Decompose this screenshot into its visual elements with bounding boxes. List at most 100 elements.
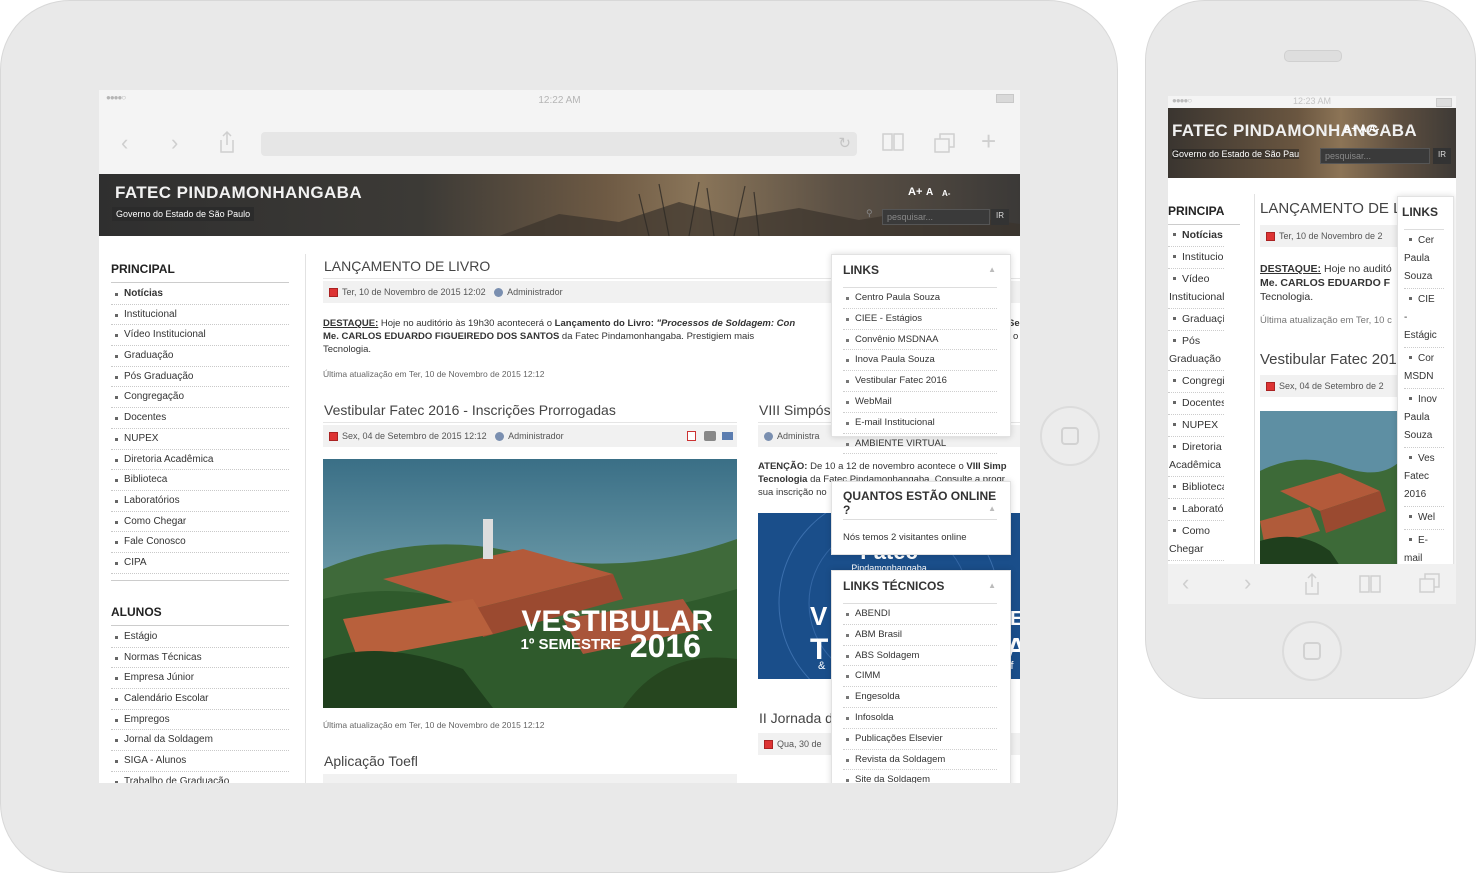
font-increase-button[interactable]: A+ <box>908 186 922 198</box>
link-item[interactable]: CIE - Estágic <box>1404 289 1444 348</box>
sidebar-item-empregos[interactable]: Empregos <box>111 710 289 731</box>
sidebar-item-fale-conosco[interactable]: Fale Conosco <box>111 532 289 553</box>
search-go-button[interactable]: IR <box>1433 148 1451 164</box>
link-item-webmail[interactable]: WebMail <box>843 392 997 413</box>
sidebar-item[interactable]: Vídeo Institucional <box>1168 269 1224 309</box>
link-item-inova-paula-souza[interactable]: Inova Paula Souza <box>843 350 997 372</box>
sidebar-item[interactable]: Pós Graduação <box>1168 331 1224 371</box>
article-title-jornada[interactable]: II Jornada d <box>759 710 833 726</box>
sidebar-item-estagio[interactable]: Estágio <box>111 627 289 648</box>
sidebar-item-pos-graduacao[interactable]: Pós Graduação <box>111 367 289 388</box>
search-input[interactable]: pesquisar... <box>882 209 990 225</box>
article-meta: Ter, 10 de Novembro de 2 <box>1260 225 1400 247</box>
article-title-lancamento[interactable]: LANÇAMENTO DE LIVRO <box>324 258 490 274</box>
address-bar[interactable]: ↻ <box>261 132 857 156</box>
link-item-centro-paula-souza[interactable]: Centro Paula Souza <box>843 288 997 309</box>
tech-link-item-revista-da-soldagem[interactable]: Revista da Soldagem <box>843 750 997 771</box>
link-item[interactable]: Cor MSDN <box>1404 348 1444 389</box>
new-tab-icon[interactable]: + <box>981 128 996 154</box>
vestibular-banner-image[interactable]: VESTIBULAR 1º SEMESTRE 2016 <box>323 459 737 708</box>
tech-link-item-abendi[interactable]: ABENDI <box>843 604 997 625</box>
share-icon[interactable] <box>217 130 237 154</box>
sidebar-item-empresa-junior[interactable]: Empresa Júnior <box>111 668 289 690</box>
sidebar-item-docentes[interactable]: Docentes <box>111 408 289 429</box>
sidebar-item-siga-alunos[interactable]: SIGA - Alunos <box>111 751 289 772</box>
collapse-icon[interactable]: ▲ <box>988 504 996 513</box>
tech-link-item-engesolda[interactable]: Engesolda <box>843 687 997 708</box>
link-item[interactable]: Cer Paula Souza <box>1404 230 1444 289</box>
site-title[interactable]: FATEC PINDAMONHANGABA <box>115 183 362 203</box>
bookmarks-icon[interactable] <box>1358 574 1382 594</box>
link-item[interactable]: Inov Paula Souza <box>1404 389 1444 448</box>
article-title-lancamento[interactable]: LANÇAMENTO DE L <box>1260 200 1401 217</box>
sidebar-item-institucional[interactable]: Institucional <box>111 305 289 326</box>
email-icon[interactable] <box>722 432 733 440</box>
sidebar-item[interactable]: Notícias <box>1168 225 1224 247</box>
tech-link-item-site-da-soldagem[interactable]: Site da Soldagem <box>843 770 997 783</box>
collapse-icon[interactable]: ▲ <box>988 581 996 590</box>
sidebar-item[interactable]: Docentes <box>1168 393 1224 415</box>
font-decrease-button[interactable]: A- <box>942 189 950 198</box>
link-item-convenio-msdnaa[interactable]: Convênio MSDNAA <box>843 330 997 351</box>
link-item-ciee-estagios[interactable]: CIEE - Estágios <box>843 309 997 330</box>
back-icon[interactable]: ‹ <box>121 132 128 154</box>
sidebar-item-diretoria-academica[interactable]: Diretoria Acadêmica <box>111 450 289 471</box>
article-meta <box>323 774 737 783</box>
site-title[interactable]: FATEC PINDAMONHANGABA <box>1172 121 1417 141</box>
article-meta: Sex, 04 de Setembro de 2 <box>1260 375 1400 397</box>
sidebar-item-calendario-escolar[interactable]: Calendário Escolar <box>111 689 289 710</box>
vestibular-banner-image[interactable] <box>1260 411 1400 566</box>
sidebar-item-noticias[interactable]: Notícias <box>111 284 289 305</box>
search-input[interactable]: pesquisar... <box>1320 148 1430 164</box>
pdf-icon[interactable] <box>687 431 696 441</box>
sidebar-item-nupex[interactable]: NUPEX <box>111 429 289 450</box>
sidebar-item[interactable]: Congregi <box>1168 371 1224 393</box>
sidebar-item-laboratorios[interactable]: Laboratórios <box>111 491 289 512</box>
link-item[interactable]: Ves Fatec 2016 <box>1404 448 1444 507</box>
search-go-button[interactable]: IR <box>991 209 1009 225</box>
article-title-vestibular[interactable]: Vestibular Fatec 2016 - Inscrições Prorr… <box>324 402 616 418</box>
sidebar-item-congregacao[interactable]: Congregação <box>111 387 289 409</box>
forward-icon[interactable]: › <box>1244 572 1251 594</box>
sidebar-item[interactable]: Graduaçí <box>1168 309 1224 331</box>
sidebar-item-video-institucional[interactable]: Vídeo Institucional <box>111 325 289 347</box>
reload-icon[interactable]: ↻ <box>838 134 851 152</box>
sidebar-item-jornal-da-soldagem[interactable]: Jornal da Soldagem <box>111 730 289 752</box>
sidebar-item-cipa[interactable]: CIPA <box>111 553 289 574</box>
tech-link-item-cimm[interactable]: CIMM <box>843 666 997 688</box>
article-title-simposio[interactable]: VIII Simpós <box>759 402 831 418</box>
sidebar-item[interactable]: Institucior <box>1168 247 1224 269</box>
tech-link-item-abm-brasil[interactable]: ABM Brasil <box>843 625 997 646</box>
sidebar-item-como-chegar[interactable]: Como Chegar <box>111 512 289 533</box>
bookmarks-icon[interactable] <box>881 132 905 152</box>
link-item-e-mail-institucional[interactable]: E-mail Institucional <box>843 413 997 434</box>
share-icon[interactable] <box>1302 572 1322 596</box>
font-reset-button[interactable]: A <box>926 187 933 198</box>
sidebar-item[interactable]: Diretoria Acadêmica <box>1168 437 1224 477</box>
tabs-icon[interactable] <box>933 132 957 154</box>
collapse-icon[interactable]: ▲ <box>988 265 996 274</box>
sidebar-item-trabalho-de-graduacao[interactable]: Trabalho de Graduação <box>111 772 289 783</box>
sidebar-item[interactable]: Biblioteca <box>1168 477 1224 499</box>
link-item[interactable]: Wel <box>1404 507 1444 530</box>
article-title-toefl[interactable]: Aplicação Toefl <box>324 753 418 769</box>
sidebar-item-graduacao[interactable]: Graduação <box>111 346 289 367</box>
article-title-vestibular[interactable]: Vestibular Fatec 201 <box>1260 351 1397 368</box>
tech-link-item-publicacoes-elsevier[interactable]: Publicações Elsevier <box>843 729 997 750</box>
phone-home-button[interactable] <box>1282 621 1342 681</box>
sidebar-item[interactable]: Laborató <box>1168 499 1224 521</box>
tech-link-item-infosolda[interactable]: Infosolda <box>843 708 997 729</box>
sidebar-item[interactable]: NUPEX <box>1168 415 1224 437</box>
forward-icon[interactable]: › <box>171 132 178 154</box>
tech-link-item-abs-soldagem[interactable]: ABS Soldagem <box>843 646 997 667</box>
link-item-vestibular-fatec-2016[interactable]: Vestibular Fatec 2016 <box>843 371 997 392</box>
sidebar-item-normas-tecnicas[interactable]: Normas Técnicas <box>111 648 289 669</box>
tabs-icon[interactable] <box>1418 572 1442 594</box>
back-icon[interactable]: ‹ <box>1182 572 1189 594</box>
tablet-home-button[interactable] <box>1040 406 1100 466</box>
font-size-controls[interactable]: A+ A A- <box>1344 124 1379 135</box>
sidebar-item[interactable]: Como Chegar <box>1168 521 1224 561</box>
link-item-ambiente-virtual[interactable]: AMBIENTE VIRTUAL <box>843 434 997 455</box>
sidebar-item-biblioteca[interactable]: Biblioteca <box>111 470 289 491</box>
print-icon[interactable] <box>704 431 716 441</box>
